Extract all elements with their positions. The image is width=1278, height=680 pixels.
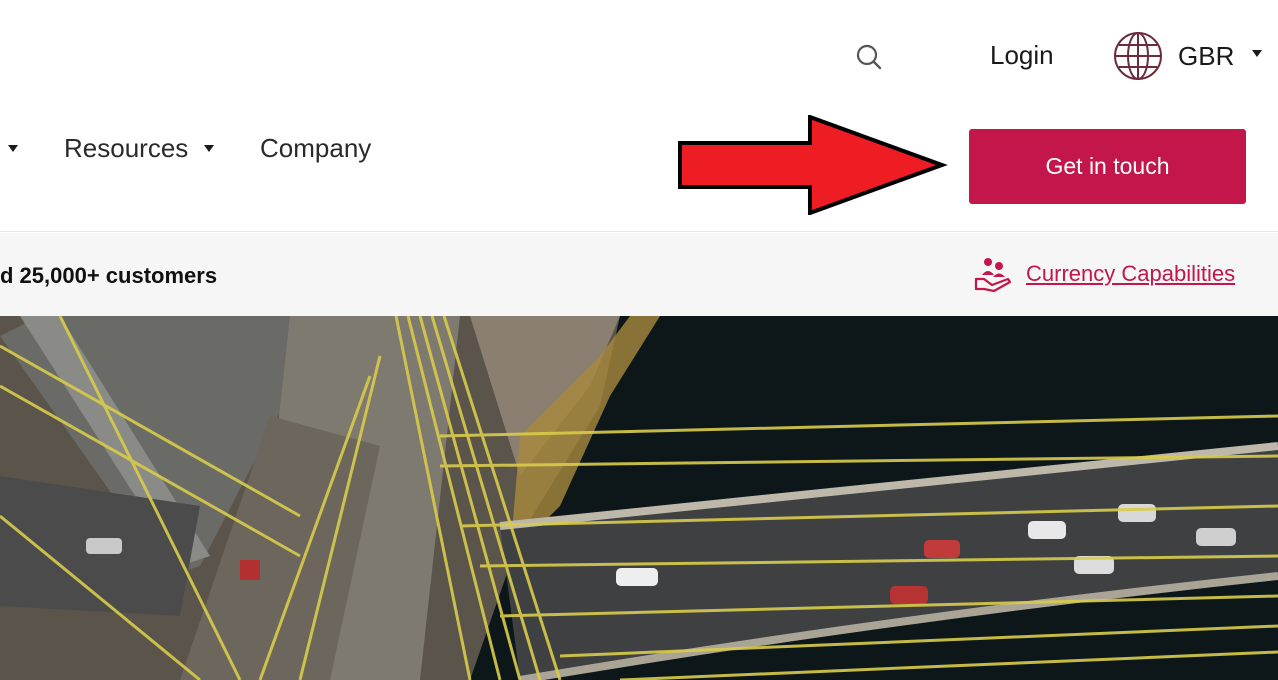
hand-people-icon (974, 255, 1012, 293)
nav-item-resources[interactable]: Resources (64, 133, 215, 164)
currency-capabilities-link[interactable]: Currency Capabilities (974, 255, 1235, 293)
globe-icon (1112, 30, 1164, 82)
nav-item-company[interactable]: Company (260, 133, 371, 164)
chevron-down-icon[interactable] (8, 145, 18, 152)
customers-text: d 25,000+ customers (0, 263, 218, 288)
nav-item-label: Resources (64, 133, 189, 163)
chevron-down-icon (1252, 49, 1263, 57)
info-strip: d 25,000+ customers Currency Capabilitie… (0, 233, 1278, 316)
hero-image (0, 316, 1278, 680)
locale-label: GBR (1178, 40, 1235, 71)
search-icon[interactable] (852, 40, 886, 74)
locale-selector[interactable]: GBR (1112, 30, 1263, 82)
get-in-touch-button[interactable]: Get in touch (969, 129, 1246, 204)
chevron-down-icon (204, 145, 215, 152)
currency-capabilities-label: Currency Capabilities (1026, 261, 1236, 286)
annotation-arrow (678, 115, 948, 215)
main-nav: Resources Company Get in touch (0, 105, 1278, 232)
top-utility-bar: Login GBR (0, 0, 1278, 105)
login-link[interactable]: Login (990, 40, 1054, 71)
nav-item-label: Company (260, 133, 372, 163)
